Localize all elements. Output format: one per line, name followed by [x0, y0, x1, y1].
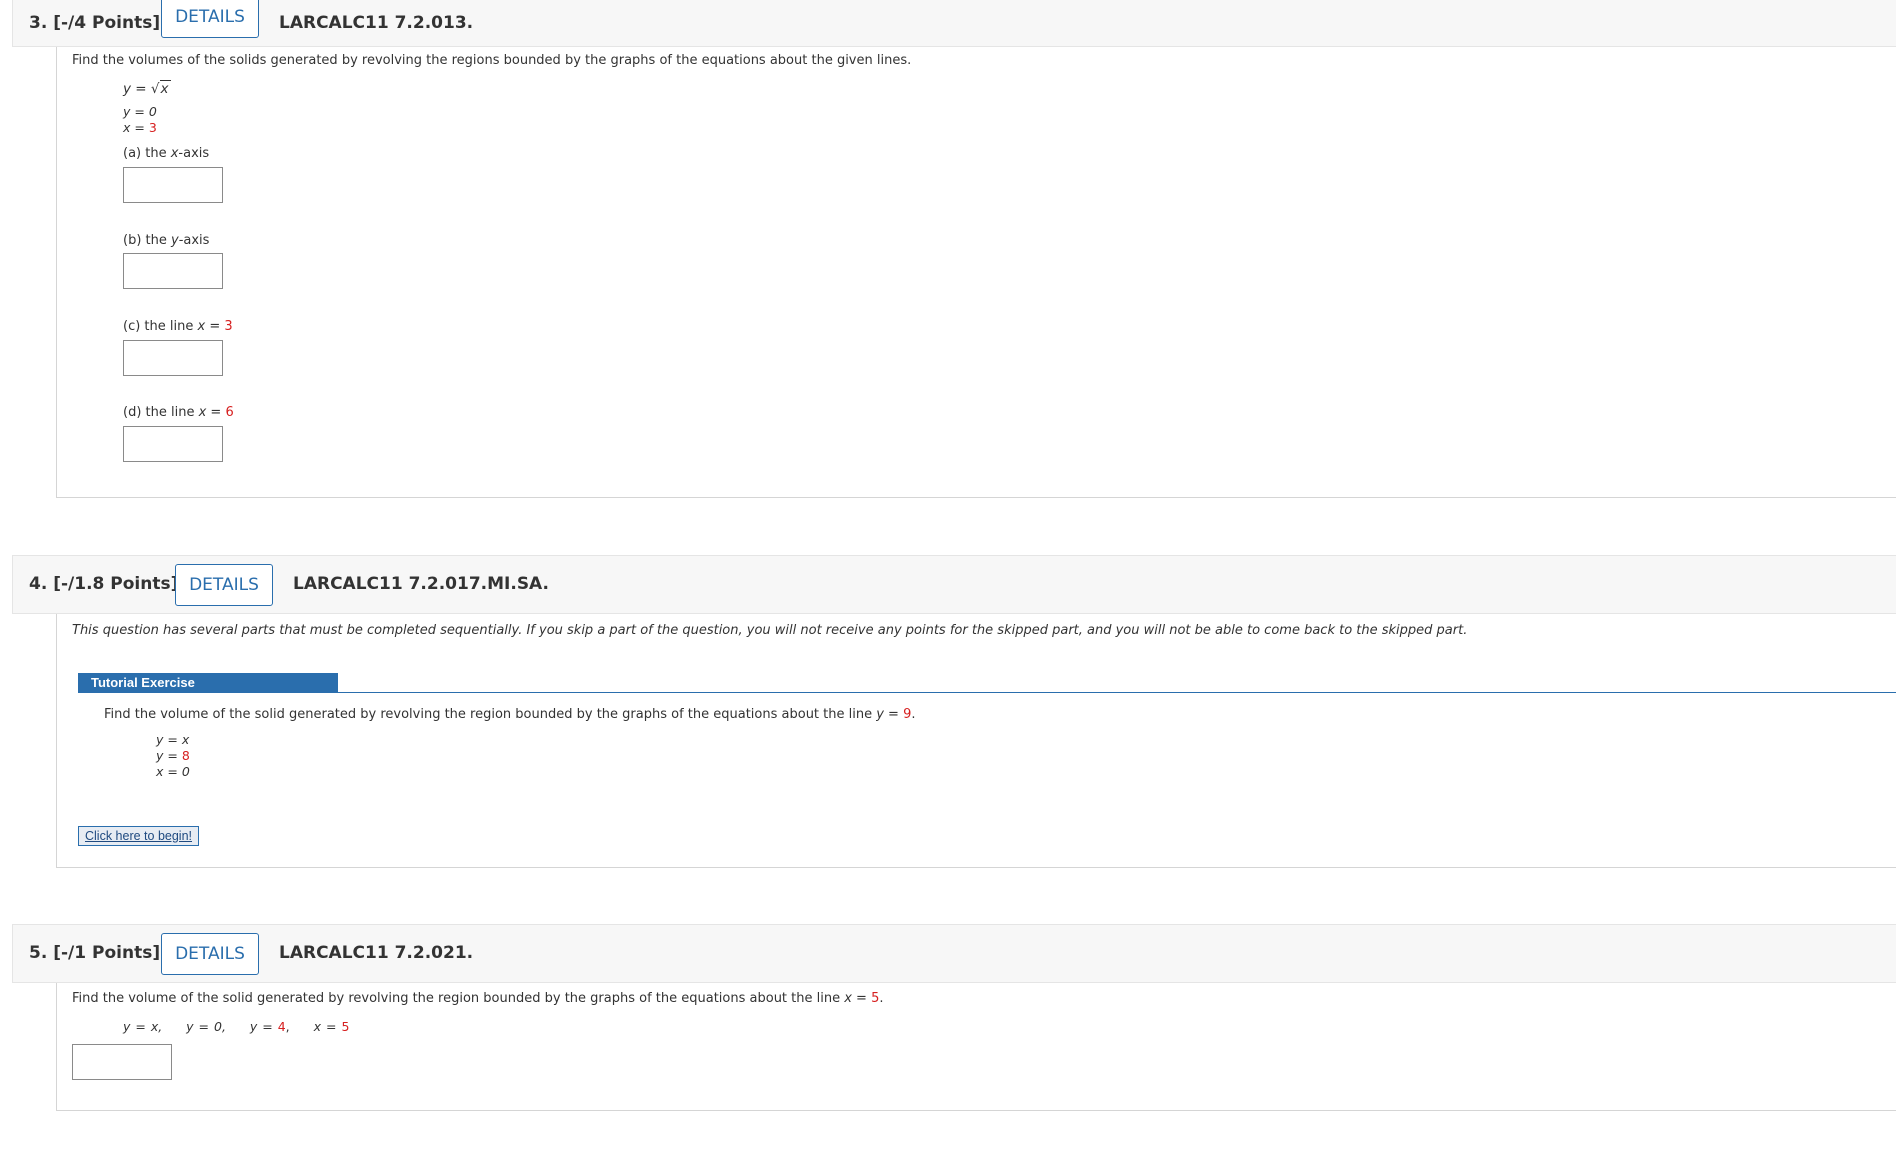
part-text: (a) the [123, 146, 171, 161]
eq-y-lhs: y = [249, 1019, 278, 1034]
equation-y-x: y = x [156, 732, 190, 747]
eq-value: 3 [148, 120, 157, 135]
eq-y-x: y = x, [123, 1019, 163, 1034]
part-text: (d) the line [123, 405, 199, 420]
eq-sign: = [131, 81, 151, 97]
eq-y-value: 4 [277, 1019, 286, 1034]
question-code: LARCALC11 7.2.017.MI.SA. [293, 574, 549, 594]
prompt-text: Find the volume of the solid generated b… [104, 707, 877, 722]
part-value: 3 [224, 319, 233, 334]
prompt-text: = [883, 707, 904, 722]
question-4-header: 4. [-/1.8 Points] DETAILS LARCALC11 7.2.… [12, 555, 1896, 614]
question-number: 5. [29, 943, 48, 963]
question-4-body: This question has several parts that mus… [56, 614, 1896, 868]
question-prompt: Find the volumes of the solids generated… [72, 53, 912, 68]
equation-x-3: x = 3 [123, 120, 157, 135]
part-a-label: (a) the x-axis [123, 146, 209, 161]
eq-y-0: y = 0, [186, 1019, 226, 1034]
details-button[interactable]: DETAILS [161, 933, 259, 975]
question-prompt: Find the volume of the solid generated b… [72, 991, 884, 1006]
part-var: y [171, 233, 179, 248]
eq-value: 8 [181, 748, 190, 763]
answer-input[interactable] [72, 1044, 172, 1080]
details-button[interactable]: DETAILS [161, 0, 259, 38]
question-code: LARCALC11 7.2.013. [279, 13, 474, 33]
equation-list: y = x, y = 0, y = 4, x = 5 [123, 1019, 349, 1034]
question-number: 3. [29, 13, 48, 33]
equation-x-0: x = 0 [156, 764, 190, 779]
sequential-note: This question has several parts that mus… [72, 623, 1468, 638]
question-5-title: 5. [-/1 Points] [29, 943, 160, 963]
question-number: 4. [29, 574, 48, 594]
eq-var: y [123, 81, 131, 97]
part-d-label: (d) the line x = 6 [123, 405, 234, 420]
part-text: (c) the line [123, 319, 198, 334]
answer-input-d[interactable] [123, 426, 223, 462]
prompt-var: x [844, 991, 852, 1006]
answer-input-c[interactable] [123, 340, 223, 376]
eq-x-lhs: x = [313, 1019, 342, 1034]
equation-y-sqrt-x: y = √x [123, 80, 171, 97]
question-points: [-/1 Points] [53, 943, 161, 963]
part-b-label: (b) the y-axis [123, 233, 209, 248]
question-points: [-/1.8 Points] [53, 574, 179, 594]
sqrt-symbol: √x [150, 80, 171, 97]
question-3-title: 3. [-/4 Points] [29, 13, 160, 33]
question-5-header: 5. [-/1 Points] DETAILS LARCALC11 7.2.02… [12, 924, 1896, 983]
prompt-var: y [876, 707, 884, 722]
tutorial-prompt: Find the volume of the solid generated b… [104, 707, 916, 722]
question-5-body: Find the volume of the solid generated b… [56, 983, 1896, 1111]
click-to-begin-button[interactable]: Click here to begin! [78, 826, 200, 846]
prompt-text: = [851, 991, 872, 1006]
part-text: -axis [178, 146, 210, 161]
answer-input-b[interactable] [123, 253, 223, 289]
part-value: 6 [225, 405, 234, 420]
prompt-text: . [911, 707, 916, 722]
question-4-title: 4. [-/1.8 Points] [29, 574, 178, 594]
prompt-text: . [879, 991, 884, 1006]
part-text: = [205, 319, 225, 334]
part-text: = [206, 405, 226, 420]
tutorial-exercise-title: Tutorial Exercise [78, 673, 338, 693]
equation-y-8: y = 8 [156, 748, 190, 763]
details-button[interactable]: DETAILS [175, 564, 273, 606]
eq-lhs: y = [156, 748, 182, 763]
question-code: LARCALC11 7.2.021. [279, 943, 474, 963]
part-text: -axis [178, 233, 210, 248]
part-c-label: (c) the line x = 3 [123, 319, 233, 334]
eq-x-value: 5 [341, 1019, 350, 1034]
question-3-body: Find the volumes of the solids generated… [56, 47, 1896, 498]
eq-lhs: x = [123, 120, 149, 135]
sqrt-radicand: x [159, 80, 171, 97]
tutorial-divider [78, 692, 1896, 693]
question-3-header: 3. [-/4 Points] DETAILS LARCALC11 7.2.01… [12, 0, 1896, 47]
prompt-text: Find the volume of the solid generated b… [72, 991, 845, 1006]
answer-input-a[interactable] [123, 167, 223, 203]
equation-y-0: y = 0 [123, 104, 157, 119]
question-points: [-/4 Points] [53, 13, 161, 33]
part-text: (b) the [123, 233, 171, 248]
eq-comma: , [285, 1019, 290, 1034]
